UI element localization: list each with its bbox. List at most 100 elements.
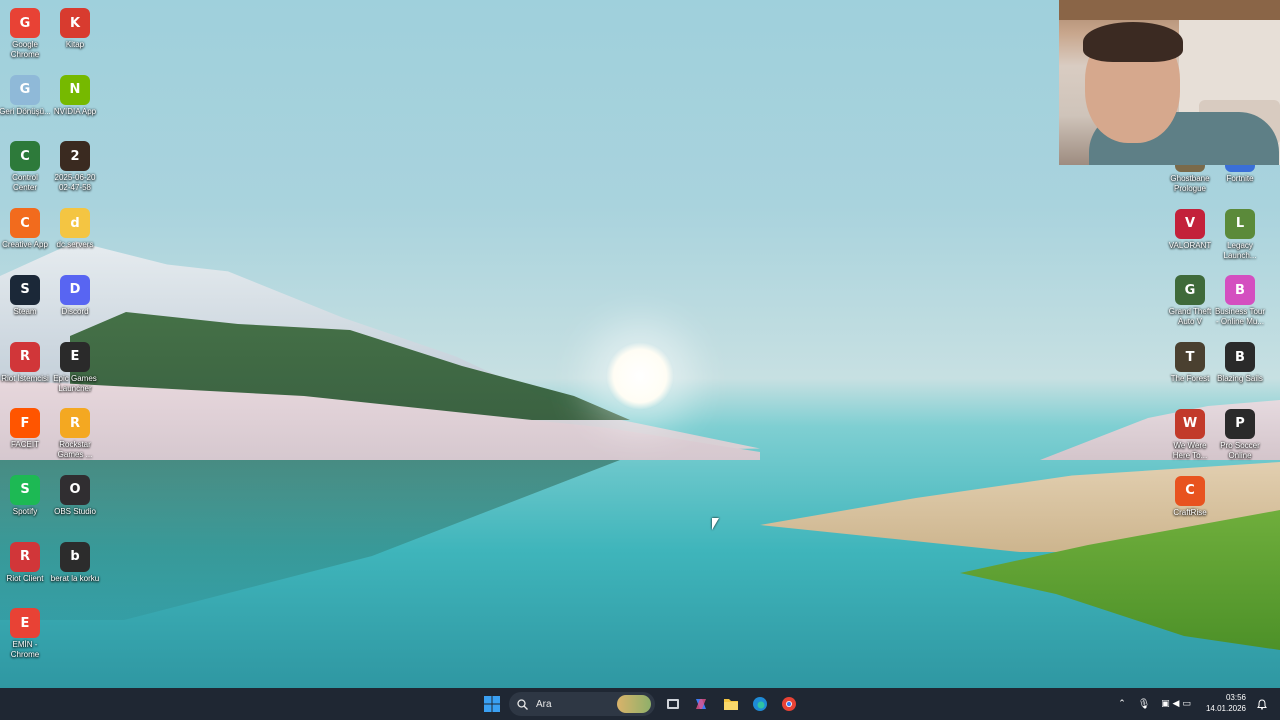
- edge-button[interactable]: [749, 692, 771, 716]
- desktop-icon-label: Fortnite: [1226, 174, 1254, 183]
- epic-icon: B: [1225, 342, 1255, 373]
- edge-icon: [753, 697, 767, 711]
- start-button[interactable]: [482, 692, 502, 716]
- desktop-icon[interactable]: D Discord: [49, 271, 101, 331]
- desktop-icon-label: EMİN - Chrome: [10, 640, 40, 660]
- desktop-icon-label: Pro Soccer Online: [1220, 440, 1260, 460]
- recycle-bin-icon: G: [10, 74, 40, 105]
- task-view-icon: [667, 699, 679, 709]
- search-highlight-image: [617, 695, 651, 713]
- desktop-icon-label: NVIDIA App: [53, 106, 97, 116]
- craftrise-icon: C: [1175, 475, 1205, 506]
- chrome-taskbar-button[interactable]: [778, 692, 800, 716]
- walkie-talkie-icon: W: [1175, 408, 1205, 439]
- tray-overflow-button[interactable]: ⌃: [1116, 692, 1128, 716]
- desktop-icon-label: Discord: [61, 306, 89, 316]
- clock[interactable]: 03:56 14.01.2026: [1196, 692, 1246, 714]
- chrome-profile-icon: E: [10, 608, 40, 639]
- webcam-overlay: [1059, 0, 1280, 165]
- desktop-icon-label: Google Chrome: [10, 40, 40, 59]
- desktop-icon-label: Legacy Launch...: [1223, 240, 1257, 260]
- desktop-icon-label: berat la korku: [50, 573, 100, 583]
- video-file-icon: b: [60, 541, 90, 572]
- video-file-icon: 2: [60, 141, 90, 172]
- desktop-icon[interactable]: S Spotify: [0, 471, 51, 531]
- desktop-icon[interactable]: 2 2025-06-20 02-47-58: [49, 137, 101, 197]
- desktop-icon[interactable]: C CraftRise: [1164, 472, 1216, 532]
- desktop-icon-label: Riot Client: [6, 573, 44, 583]
- desktop-icon[interactable]: C Creative App: [0, 204, 51, 264]
- soccer-icon: P: [1225, 408, 1255, 439]
- riot-client-icon: R: [10, 541, 40, 572]
- mouse-cursor-icon: [712, 518, 719, 530]
- chevron-up-icon: ⌃: [1118, 699, 1126, 709]
- spotify-icon: S: [10, 474, 40, 505]
- faceit-icon: F: [10, 408, 40, 439]
- desktop-icon[interactable]: P Pro Soccer Online: [1214, 405, 1266, 465]
- control-center-icon: C: [10, 141, 40, 172]
- desktop-icon-label: CraftRise: [1173, 507, 1207, 517]
- copilot-icon: [696, 699, 706, 709]
- copilot-button[interactable]: [690, 692, 712, 716]
- wallpaper-sun: [606, 342, 674, 410]
- desktop-icon[interactable]: d dc.servers: [49, 204, 101, 264]
- desktop-icon[interactable]: E EMİN - Chrome: [0, 604, 51, 664]
- valorant-icon: V: [1175, 208, 1205, 239]
- desktop-icon[interactable]: O OBS Studio: [49, 471, 101, 531]
- desktop-icon[interactable]: B Business Tour - Online Mu...: [1214, 271, 1266, 331]
- desktop-icon[interactable]: G Grand Theft Auto V: [1164, 271, 1216, 331]
- chrome-icon: G: [10, 8, 40, 38]
- desktop-icon[interactable]: C Control Center: [0, 137, 51, 197]
- desktop-icon[interactable]: G Geri Dönüşü...: [0, 71, 51, 131]
- desktop-icon-label: Rockstar Games ...: [57, 440, 93, 460]
- windows-start-icon: [484, 696, 500, 712]
- desktop-icon-label: Epic Games Launcher: [53, 373, 97, 393]
- obs-icon: O: [60, 474, 90, 505]
- desktop-icon-label: OBS Studio: [54, 506, 96, 516]
- pdf-icon: K: [60, 8, 90, 38]
- notification-button[interactable]: [1255, 692, 1269, 716]
- epic-icon: E: [60, 341, 90, 372]
- desktop-icon[interactable]: S Steam: [0, 271, 51, 331]
- desktop-icon[interactable]: L Legacy Launch...: [1214, 205, 1266, 265]
- folder-icon: d: [60, 208, 90, 239]
- desktop-icon-label: We Were Here To...: [1172, 440, 1208, 460]
- file-explorer-button[interactable]: [720, 692, 742, 716]
- desktop-icon[interactable]: E Epic Games Launcher: [49, 338, 101, 398]
- network-volume-battery-icons: ▣ ◀ ▭: [1161, 699, 1191, 709]
- discord-icon: D: [60, 274, 90, 305]
- task-view-button[interactable]: [663, 692, 683, 716]
- desktop-icon-label: Ghostbane Prologue: [1170, 174, 1210, 193]
- taskbar: Ara ⌃ 🎙 ▣ ◀ ▭ 03:56 14.01.2026: [0, 688, 1280, 720]
- desktop-icon[interactable]: R Riot Client: [0, 538, 51, 598]
- desktop-icon-label: Riot İstemcisi: [1, 373, 49, 383]
- desktop-icon[interactable]: b berat la korku: [49, 538, 101, 598]
- desktop-icon-label: Spotify: [12, 506, 38, 516]
- desktop-icon[interactable]: G Google Chrome: [0, 4, 51, 64]
- desktop-icon-label: dc.servers: [56, 240, 94, 250]
- microphone-tray[interactable]: 🎙: [1137, 692, 1151, 716]
- desktop-icon[interactable]: V VALORANT: [1164, 205, 1216, 265]
- desktop-icon[interactable]: B Blazing Sails: [1214, 338, 1266, 398]
- quick-settings-button[interactable]: ▣ ◀ ▭: [1157, 692, 1195, 716]
- creative-app-icon: C: [10, 208, 40, 239]
- riot-icon: R: [10, 341, 40, 372]
- desktop-icon[interactable]: R Riot İstemcisi: [0, 338, 51, 398]
- search-icon: [517, 698, 528, 710]
- notification-bell-icon: [1257, 698, 1267, 710]
- steam-icon: S: [10, 274, 40, 305]
- desktop-icon[interactable]: T The Forest: [1164, 338, 1216, 398]
- desktop-icon[interactable]: R Rockstar Games ...: [49, 404, 101, 464]
- clock-date: 14.01.2026: [1205, 704, 1246, 713]
- microphone-icon: 🎙: [1137, 698, 1151, 710]
- search-label: Ara: [536, 698, 552, 710]
- clock-time: 03:56: [1225, 693, 1246, 702]
- desktop-icon-label: Business Tour - Online Mu...: [1214, 307, 1266, 327]
- nvidia-icon: N: [60, 74, 90, 105]
- desktop-icon[interactable]: K Kitap: [49, 4, 101, 64]
- minecraft-icon: L: [1225, 208, 1255, 239]
- desktop-icon[interactable]: W We Were Here To...: [1164, 405, 1216, 465]
- desktop-icon[interactable]: N NVIDIA App: [49, 71, 101, 131]
- desktop-icon[interactable]: F FACEIT: [0, 404, 51, 464]
- taskbar-search[interactable]: Ara: [509, 692, 655, 716]
